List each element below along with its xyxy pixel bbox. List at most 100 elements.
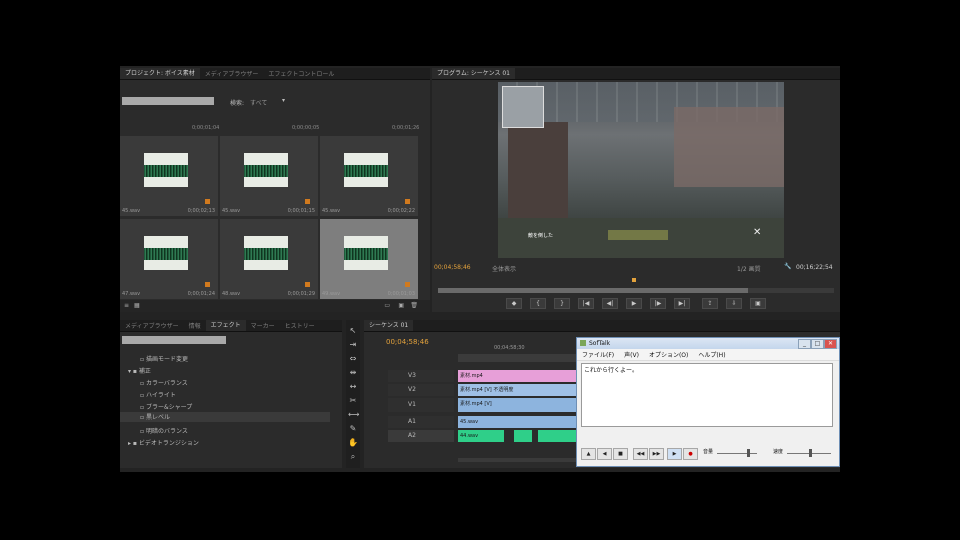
hand-icon[interactable]: ✋: [348, 438, 358, 448]
window-title: SofTalk: [589, 340, 611, 347]
menu-options[interactable]: オプション(O): [644, 350, 693, 359]
menu-file[interactable]: ファイル(F): [577, 350, 619, 359]
thumb-1[interactable]: 45.wav 0;00;02;13: [120, 136, 218, 216]
thumb-5[interactable]: 48.wav 0;00;01;29: [220, 219, 318, 299]
goto-in-icon[interactable]: |◀: [578, 298, 594, 309]
speech-text-input[interactable]: これから行くよー。: [581, 363, 833, 427]
clear-button[interactable]: ▲: [581, 448, 596, 460]
tab-sequence[interactable]: シーケンス 01: [364, 320, 414, 331]
list-item[interactable]: ▸ ▪ ビデオトランジション: [128, 438, 199, 447]
close-button[interactable]: ✕: [824, 339, 837, 349]
menu-help[interactable]: ヘルプ(H): [693, 350, 730, 359]
tab-project[interactable]: プロジェクト: ボイス素材: [120, 68, 200, 79]
icon-view-icon[interactable]: ▦: [134, 302, 140, 309]
record-button[interactable]: ●: [683, 448, 698, 460]
play-button[interactable]: ▶: [667, 448, 682, 460]
list-item[interactable]: ▫ 描画モード変更: [140, 354, 188, 363]
weapon-icon: [608, 230, 668, 240]
clip-a2-2[interactable]: [514, 430, 532, 442]
tab-media-browser[interactable]: メディアブラウザー: [200, 69, 264, 78]
tab-media-browser-2[interactable]: メディアブラウザー: [120, 321, 184, 330]
slip-icon[interactable]: ⟷: [348, 410, 359, 420]
thumb-3[interactable]: 45.wav 0;00;02;22: [320, 136, 418, 216]
fit-dropdown[interactable]: 全体表示: [492, 264, 516, 273]
stop-button[interactable]: ■: [613, 448, 628, 460]
playhead-marker[interactable]: [632, 278, 636, 282]
crosshair-icon: ✕: [753, 227, 762, 238]
list-item[interactable]: ▾ ▪ 補正: [128, 366, 151, 375]
rolling-edit-icon[interactable]: ⇹: [348, 368, 358, 378]
clip-a2-1[interactable]: 44.wav: [458, 430, 504, 442]
trash-icon[interactable]: 🗑: [410, 302, 418, 309]
clip-v2[interactable]: 素材.mp4 [V] 不透明度: [458, 384, 578, 396]
play-icon[interactable]: ▶: [626, 298, 642, 309]
effects-search-input[interactable]: [122, 336, 226, 344]
thumb-2[interactable]: 45.wav 0;00;01;15: [220, 136, 318, 216]
speed-label: 速度: [773, 449, 784, 455]
track-select-icon[interactable]: ⇥: [348, 340, 358, 350]
step-forward-icon[interactable]: |▶: [650, 298, 666, 309]
list-item[interactable]: ▫ カラーバランス: [140, 378, 188, 387]
project-footer: ≡ ▦ ▭ ▣ 🗑: [120, 300, 430, 312]
search-input[interactable]: [122, 97, 214, 105]
chevron-down-icon[interactable]: ▾: [282, 97, 285, 104]
mark-out-icon[interactable]: }: [554, 298, 570, 309]
selection-tool-icon[interactable]: ↖: [348, 326, 358, 336]
app-icon: [580, 340, 586, 346]
tab-history[interactable]: ヒストリー: [280, 321, 320, 330]
video-frame: 敵を倒した ✕: [498, 82, 784, 258]
quality-dropdown[interactable]: 1/2 画質: [737, 264, 761, 273]
ruler-label: 00;04;58;30: [494, 345, 525, 351]
list-item-selected[interactable]: ▫ 黒レベル: [120, 412, 330, 422]
tab-effects[interactable]: エフェクト: [205, 320, 246, 331]
effects-tabs: メディアブラウザー 情報 エフェクト マーカー ヒストリー: [120, 320, 342, 332]
clip-a1[interactable]: 45.wav: [458, 416, 578, 428]
duration-timecode: 00;16;22;54: [796, 264, 833, 271]
softalk-titlebar[interactable]: SofTalk _ □ ✕: [577, 338, 839, 349]
forward-button[interactable]: ▶▶: [649, 448, 664, 460]
prev-button[interactable]: ◀: [597, 448, 612, 460]
monitor-tabs: プログラム: シーケンス 01: [432, 68, 840, 80]
speed-thumb[interactable]: [809, 449, 812, 457]
clip-v3[interactable]: 素材.mp4: [458, 370, 578, 382]
rewind-button[interactable]: ◀◀: [633, 448, 648, 460]
ripple-edit-icon[interactable]: ⇔: [348, 354, 358, 364]
minimize-button[interactable]: _: [798, 339, 811, 349]
pen-icon[interactable]: ✎: [348, 424, 358, 434]
track-header-v2: V2: [388, 384, 454, 396]
mark-in-button[interactable]: ◆: [506, 298, 522, 309]
list-item[interactable]: ▫ ハイライト: [140, 390, 176, 399]
thumb-4[interactable]: 47.wav 0;00;01;24: [120, 219, 218, 299]
volume-thumb[interactable]: [747, 449, 750, 457]
list-item[interactable]: ▫ 明暗のバランス: [140, 426, 188, 435]
extract-icon[interactable]: ⇩: [726, 298, 742, 309]
new-bin-icon[interactable]: ▭: [384, 302, 390, 309]
waveform-icon: [244, 236, 288, 270]
menu-voice[interactable]: 声(V): [619, 350, 644, 359]
mark-in-icon[interactable]: {: [530, 298, 546, 309]
zoom-icon[interactable]: ⌕: [348, 452, 358, 462]
lift-icon[interactable]: ⇪: [702, 298, 718, 309]
clip-a2-3[interactable]: [538, 430, 564, 442]
maximize-button[interactable]: □: [811, 339, 824, 349]
goto-out-icon[interactable]: ▶|: [674, 298, 690, 309]
waveform-icon: [144, 236, 188, 270]
thumb-6-selected[interactable]: 49.wav 0;00;01;03: [320, 219, 418, 299]
export-frame-icon[interactable]: ▣: [750, 298, 766, 309]
tab-program[interactable]: プログラム: シーケンス 01: [432, 68, 515, 79]
project-panel: プロジェクト: ボイス素材 メディアブラウザー エフェクトコントロール 検索: …: [120, 68, 430, 312]
rate-stretch-icon[interactable]: ↔: [348, 382, 358, 392]
list-view-icon[interactable]: ≡: [124, 302, 129, 309]
wrench-icon[interactable]: 🔧: [784, 263, 791, 270]
clip-v1[interactable]: 素材.mp4 [V]: [458, 398, 578, 412]
step-back-icon[interactable]: ◀|: [602, 298, 618, 309]
tab-info[interactable]: 情報: [184, 321, 206, 330]
list-item[interactable]: ▫ ブラー&シャープ: [140, 402, 192, 411]
razor-icon[interactable]: ✂: [348, 396, 358, 406]
new-item-icon[interactable]: ▣: [398, 302, 404, 309]
minimap: [502, 86, 544, 128]
volume-slider[interactable]: [717, 453, 757, 454]
in-dropdown[interactable]: すべて: [250, 98, 267, 107]
tab-markers[interactable]: マーカー: [246, 321, 280, 330]
tab-effect-controls[interactable]: エフェクトコントロール: [263, 69, 339, 78]
